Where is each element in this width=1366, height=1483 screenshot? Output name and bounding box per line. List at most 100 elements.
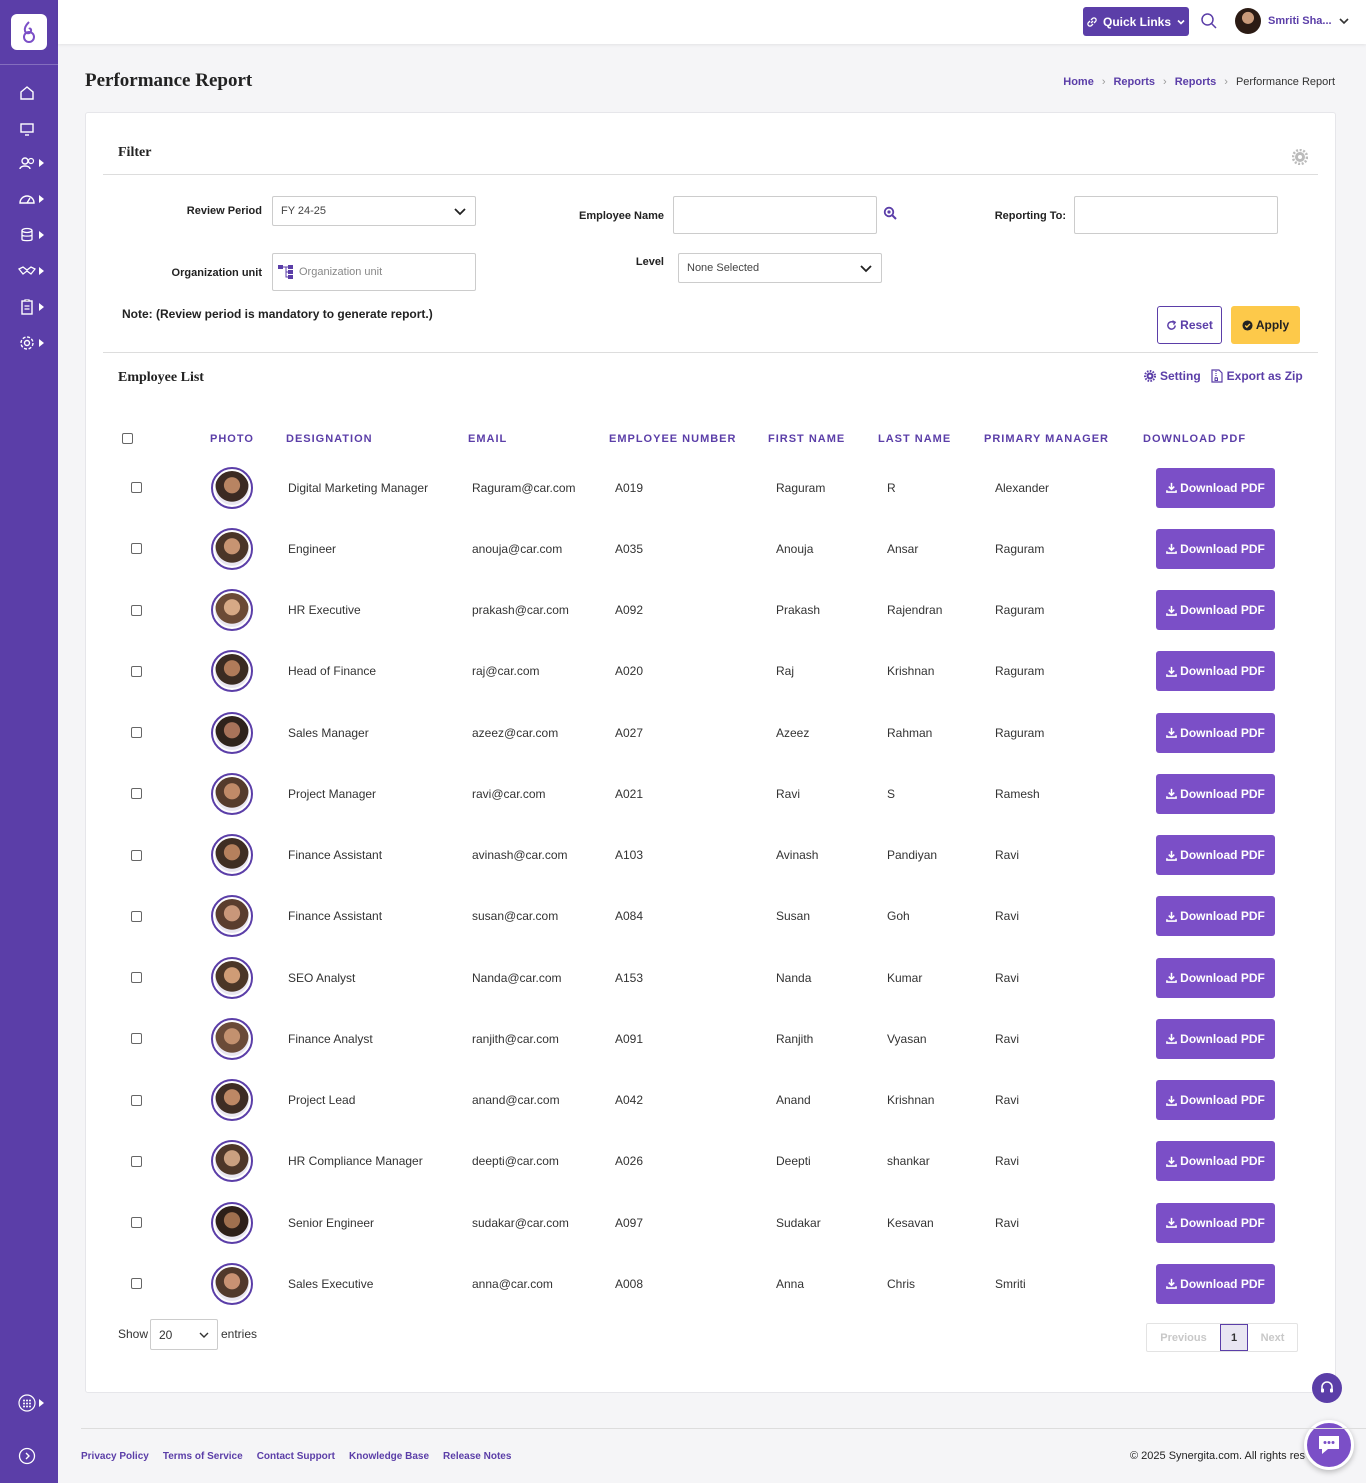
row-checkbox[interactable] (131, 727, 142, 738)
reporting-to-input[interactable] (1074, 196, 1278, 234)
sidebar-expand[interactable] (18, 1446, 50, 1466)
employee-photo[interactable] (211, 1079, 253, 1121)
download-pdf-button[interactable]: Download PDF (1156, 467, 1275, 508)
sidebar-item-home[interactable] (18, 83, 50, 103)
export-zip-link[interactable]: Export as Zip (1211, 369, 1303, 383)
download-pdf-button[interactable]: Download PDF (1156, 712, 1275, 753)
quick-links-button[interactable]: Quick Links (1083, 7, 1189, 36)
employee-photo[interactable] (211, 711, 253, 754)
next-page-button[interactable]: Next (1248, 1324, 1297, 1351)
row-checkbox[interactable] (131, 1094, 142, 1106)
employee-photo[interactable] (211, 1017, 253, 1060)
page-title: Performance Report (85, 70, 253, 91)
download-pdf-button[interactable]: Download PDF (1156, 896, 1275, 937)
user-name[interactable]: Smriti Sha... (1268, 15, 1332, 27)
search-icon[interactable] (1200, 12, 1218, 30)
download-pdf-button[interactable]: Download PDF (1156, 590, 1275, 630)
sidebar-item-engagement[interactable] (18, 261, 50, 281)
terms-link[interactable]: Terms of Service (163, 1451, 243, 1462)
search-employee-icon[interactable] (883, 206, 897, 220)
download-pdf-button[interactable]: Download PDF (1156, 773, 1275, 814)
review-period-select[interactable]: FY 24-25 (272, 196, 476, 226)
contact-support-link[interactable]: Contact Support (257, 1451, 335, 1462)
privacy-policy-link[interactable]: Privacy Policy (81, 1451, 149, 1462)
gear-icon[interactable] (1292, 149, 1308, 165)
breadcrumb-reports-sub[interactable]: Reports (1175, 76, 1217, 88)
row-checkbox[interactable] (131, 543, 142, 555)
app-logo[interactable] (11, 14, 47, 50)
reset-label: Reset (1180, 318, 1213, 332)
employee-photo[interactable] (211, 1262, 253, 1305)
sidebar-item-dashboard[interactable] (18, 119, 50, 139)
page-size-select[interactable]: 20 (150, 1319, 218, 1350)
row-checkbox[interactable] (131, 604, 142, 616)
employee-name-input[interactable] (673, 196, 877, 234)
row-checkbox[interactable] (131, 849, 142, 861)
row-checkbox[interactable] (131, 788, 142, 800)
employee-photo[interactable] (211, 589, 253, 631)
last-name-cell: Kesavan (887, 1215, 934, 1230)
sidebar-item-performance[interactable] (18, 189, 50, 209)
reset-button[interactable]: Reset (1157, 306, 1222, 344)
export-zip-label: Export as Zip (1226, 369, 1303, 383)
breadcrumb-home[interactable]: Home (1063, 76, 1094, 88)
org-unit-picker[interactable]: Organization unit (272, 253, 476, 291)
download-pdf-button[interactable]: Download PDF (1156, 1141, 1275, 1182)
employee-photo[interactable] (211, 1140, 253, 1183)
employee-photo[interactable] (211, 650, 253, 693)
previous-page-button[interactable]: Previous (1147, 1324, 1220, 1351)
row-checkbox[interactable] (131, 1033, 142, 1045)
download-pdf-button[interactable]: Download PDF (1156, 1263, 1275, 1304)
download-pdf-label: Download PDF (1180, 1093, 1265, 1107)
employee-name-label: Employee Name (579, 210, 664, 222)
row-checkbox[interactable] (131, 910, 142, 922)
download-pdf-button[interactable]: Download PDF (1156, 1080, 1275, 1120)
last-name-cell: Krishnan (887, 664, 935, 679)
download-pdf-button[interactable]: Download PDF (1156, 835, 1275, 875)
table-row: Project Lead anand@car.com A042 Anand Krishn… (86, 1070, 1337, 1131)
sidebar-item-apps[interactable] (18, 1393, 50, 1413)
col-designation[interactable]: DESIGNATION (286, 433, 373, 445)
user-avatar[interactable] (1235, 8, 1261, 34)
employee-photo[interactable] (211, 466, 253, 509)
sidebar-item-people[interactable] (18, 153, 50, 173)
employee-photo[interactable] (211, 956, 253, 999)
level-select[interactable]: None Selected (678, 253, 882, 283)
select-all-checkbox[interactable] (122, 433, 133, 444)
download-pdf-button[interactable]: Download PDF (1156, 651, 1275, 692)
setting-link[interactable]: Setting (1144, 369, 1201, 383)
employee-photo[interactable] (211, 1201, 253, 1244)
sidebar-item-settings[interactable] (18, 333, 50, 353)
page-1-button[interactable]: 1 (1220, 1324, 1248, 1351)
support-button[interactable] (1312, 1373, 1342, 1403)
col-first-name[interactable]: FIRST NAME (768, 433, 845, 445)
sidebar-item-reports[interactable] (18, 225, 50, 245)
col-email[interactable]: EMAIL (468, 433, 507, 445)
release-notes-link[interactable]: Release Notes (443, 1451, 511, 1462)
sidebar-item-tasks[interactable] (18, 297, 50, 317)
download-pdf-button[interactable]: Download PDF (1156, 957, 1275, 998)
org-tree-icon (278, 265, 293, 279)
employee-photo[interactable] (211, 895, 253, 938)
download-pdf-button[interactable]: Download PDF (1156, 1202, 1275, 1243)
employee-photo[interactable] (211, 834, 253, 876)
breadcrumb-reports[interactable]: Reports (1113, 76, 1155, 88)
col-employee-number[interactable]: EMPLOYEE NUMBER (609, 433, 736, 445)
row-checkbox[interactable] (131, 1278, 142, 1290)
apply-button[interactable]: Apply (1231, 306, 1300, 344)
employee-photo[interactable] (211, 527, 253, 570)
knowledge-base-link[interactable]: Knowledge Base (349, 1451, 429, 1462)
row-checkbox[interactable] (131, 972, 142, 983)
row-checkbox[interactable] (131, 665, 142, 677)
employee-photo[interactable] (211, 772, 253, 815)
download-pdf-button[interactable]: Download PDF (1156, 1018, 1275, 1059)
col-primary-manager[interactable]: PRIMARY MANAGER (984, 433, 1109, 445)
row-checkbox[interactable] (131, 1217, 142, 1228)
col-last-name[interactable]: LAST NAME (878, 433, 951, 445)
row-checkbox[interactable] (131, 1155, 142, 1167)
primary-manager-cell: Ravi (995, 1154, 1020, 1169)
review-period-label: Review Period (186, 205, 262, 217)
download-pdf-button[interactable]: Download PDF (1156, 528, 1275, 569)
row-checkbox[interactable] (131, 482, 142, 493)
chevron-down-icon[interactable] (1338, 15, 1350, 27)
